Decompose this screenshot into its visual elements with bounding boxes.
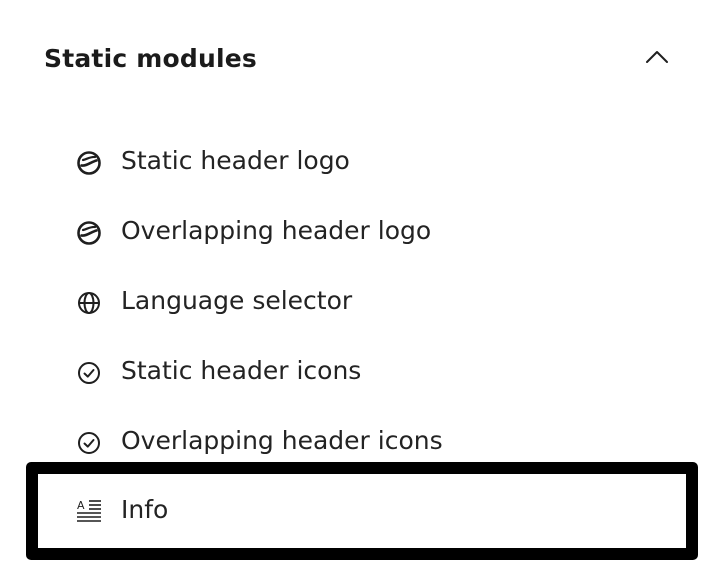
- chevron-up-icon[interactable]: [644, 44, 670, 70]
- module-item-overlapping-header-logo[interactable]: Overlapping header logo: [0, 202, 726, 262]
- module-item-label: Static header icons: [121, 356, 362, 385]
- check-circle-icon: [78, 432, 100, 454]
- module-item-label: Overlapping header icons: [121, 426, 443, 455]
- module-item-label: Info: [121, 495, 169, 524]
- logo-icon: [77, 221, 101, 245]
- module-item-label: Overlapping header logo: [121, 216, 432, 245]
- module-item-info[interactable]: A Info: [26, 462, 698, 560]
- text-format-icon: A: [77, 499, 101, 522]
- svg-text:A: A: [77, 499, 85, 512]
- check-circle-icon: [78, 362, 100, 384]
- module-item-static-header-icons[interactable]: Static header icons: [0, 342, 726, 402]
- section-header-static-modules[interactable]: Static modules: [0, 24, 726, 94]
- module-item-label: Static header logo: [121, 146, 350, 175]
- module-item-static-header-logo[interactable]: Static header logo: [0, 132, 726, 192]
- section-title: Static modules: [44, 44, 257, 73]
- logo-icon: [77, 151, 101, 175]
- globe-icon: [78, 292, 100, 314]
- static-modules-panel: Static modules Static header logo Overla…: [0, 0, 726, 586]
- module-item-label: Language selector: [121, 286, 353, 315]
- module-item-language-selector[interactable]: Language selector: [0, 272, 726, 332]
